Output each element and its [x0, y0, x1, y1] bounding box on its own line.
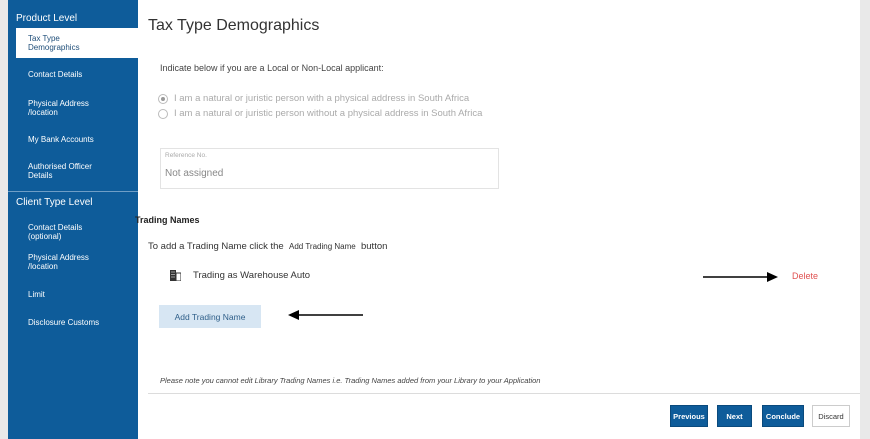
reference-number-value: Not assigned	[165, 168, 224, 179]
radio-button-checked[interactable]	[158, 93, 168, 104]
sidebar-item-limit[interactable]: Limit	[16, 290, 138, 299]
sidebar: Product Level Tax Type Demographics Cont…	[8, 0, 138, 439]
arrow-right-icon	[703, 272, 778, 282]
trading-names-heading: Trading Names	[135, 215, 200, 225]
discard-button[interactable]: Discard	[812, 405, 850, 427]
radio-button[interactable]	[158, 108, 168, 119]
footer-divider	[148, 393, 860, 394]
instruction-suffix: button	[360, 241, 388, 252]
building-icon	[170, 270, 181, 281]
sidebar-item-label: Contact Details (optional)	[28, 223, 83, 241]
sidebar-item-tax-type-demographics[interactable]: Tax Type Demographics	[16, 28, 138, 58]
radio-with-sa-address[interactable]: I am a natural or juristic person with a…	[158, 93, 469, 104]
previous-button[interactable]: Previous	[670, 405, 708, 427]
sidebar-item-my-bank-accounts[interactable]: My Bank Accounts	[16, 135, 138, 144]
radio-label: I am a natural or juristic person with a…	[174, 93, 470, 104]
sidebar-item-label: Physical Address /location	[28, 99, 89, 117]
sidebar-item-label: Authorised Officer Details	[28, 162, 92, 180]
sidebar-item-label: My Bank Accounts	[28, 135, 94, 144]
sidebar-heading-product-level: Product Level	[16, 13, 78, 24]
sidebar-item-label: Physical Address /location	[28, 253, 89, 271]
sidebar-item-contact-details-optional[interactable]: Contact Details (optional)	[16, 223, 138, 241]
instruction-prefix: To add a Trading Name click the	[148, 241, 284, 252]
radio-label: I am a natural or juristic person withou…	[174, 108, 483, 119]
add-trading-name-button[interactable]: Add Trading Name	[159, 305, 261, 328]
next-button[interactable]: Next	[717, 405, 752, 427]
trading-names-instruction: To add a Trading Name click the Add Trad…	[148, 241, 387, 252]
applicant-type-instruction: Indicate below if you are a Local or Non…	[160, 63, 384, 73]
radio-without-sa-address[interactable]: I am a natural or juristic person withou…	[158, 108, 482, 119]
sidebar-item-label: Tax Type Demographics	[28, 34, 80, 52]
reference-number-field: Reference No. Not assigned	[160, 148, 499, 189]
page-title: Tax Type Demographics	[148, 17, 320, 34]
library-trading-names-note: Please note you cannot edit Library Trad…	[160, 376, 541, 385]
sidebar-item-disclosure-customs[interactable]: Disclosure Customs	[16, 318, 138, 327]
left-gutter	[0, 0, 8, 439]
sidebar-heading-client-type-level: Client Type Level	[16, 197, 93, 208]
main-content: Tax Type Demographics Indicate below if …	[135, 0, 860, 439]
sidebar-item-physical-address[interactable]: Physical Address /location	[16, 99, 138, 117]
sidebar-item-label: Limit	[28, 290, 45, 299]
sidebar-item-label: Disclosure Customs	[28, 318, 100, 327]
trading-name-item: Trading as Warehouse Auto	[170, 270, 310, 281]
sidebar-item-authorised-officer-details[interactable]: Authorised Officer Details	[16, 162, 138, 180]
conclude-button[interactable]: Conclude	[762, 405, 804, 427]
arrow-left-icon	[288, 310, 363, 320]
sidebar-divider	[8, 191, 138, 192]
instruction-inline-button-label: Add Trading Name	[289, 242, 356, 251]
sidebar-item-label: Contact Details	[28, 70, 83, 79]
delete-trading-name-link[interactable]: Delete	[792, 271, 818, 281]
sidebar-item-contact-details[interactable]: Contact Details	[16, 70, 138, 79]
trading-name-label: Trading as Warehouse Auto	[193, 270, 311, 281]
sidebar-item-client-physical-address[interactable]: Physical Address /location	[16, 253, 138, 271]
right-gutter	[860, 0, 870, 439]
reference-number-label: Reference No.	[165, 152, 207, 159]
